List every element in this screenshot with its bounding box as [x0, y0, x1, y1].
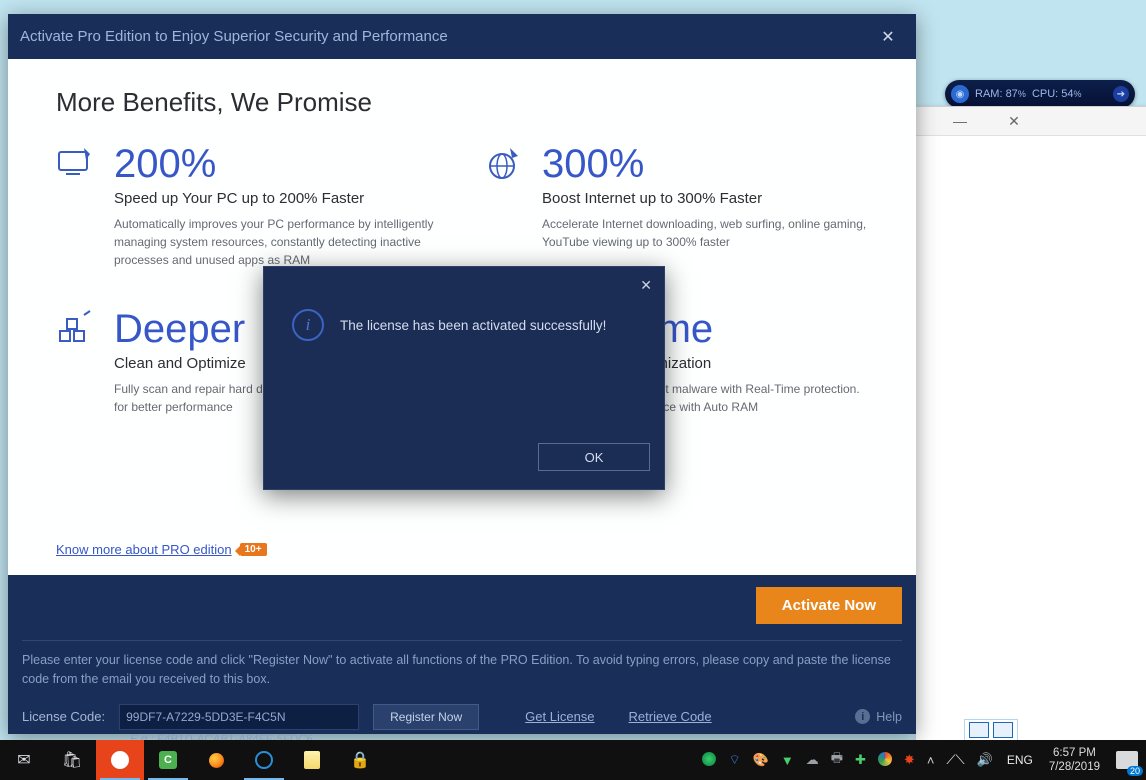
view-grid-icon[interactable] [993, 722, 1013, 738]
perf-gauge[interactable]: ◉ RAM: 87 % CPU: 54 % ➔ [945, 80, 1135, 108]
instructions-text: Please enter your license code and click… [22, 651, 902, 690]
tray-up-icon[interactable]: ˄ [927, 753, 935, 768]
success-modal: ✕ i The license has been activated succe… [263, 266, 665, 490]
monitor-rocket-icon [56, 144, 96, 184]
benefit-speedup: 200% Speed up Your PC up to 200% Faster … [56, 144, 440, 269]
gauge-expand-icon[interactable]: ➔ [1113, 86, 1129, 102]
ram-pct: % [1018, 89, 1026, 99]
tray-circle-icon[interactable] [878, 752, 892, 769]
benefit-sub: Boost Internet up to 300% Faster [542, 190, 868, 207]
license-code-input[interactable] [119, 704, 359, 730]
tray-printer-icon[interactable]: 🖶 [831, 749, 843, 771]
modal-close-icon[interactable]: ✕ [640, 277, 652, 294]
globe-rocket-icon [484, 144, 524, 184]
background-window: — ✕ [915, 106, 1146, 742]
taskbar-lock-icon[interactable]: 🔒 [336, 740, 384, 780]
bgwin-close-icon[interactable]: ✕ [994, 109, 1034, 133]
taskbar-time: 6:57 PM [1049, 746, 1100, 760]
footer-area: Activate Now Please enter your license c… [8, 575, 916, 734]
tray-wifi-icon[interactable]: ⟋⟍ [946, 752, 964, 768]
taskbar-camtasia-icon[interactable]: C [144, 740, 192, 780]
cpu-label: CPU: [1032, 88, 1058, 100]
activate-now-button[interactable]: Activate Now [756, 587, 902, 624]
taskbar-mail-icon[interactable]: ✉ [0, 740, 48, 780]
benefit-big: 200% [114, 144, 440, 184]
tray-bluetooth-icon[interactable]: ⌔ [728, 752, 740, 768]
benefit-internet: 300% Boost Internet up to 300% Faster Ac… [484, 144, 868, 269]
view-list-icon[interactable] [969, 722, 989, 738]
ram-value: 87 [1006, 88, 1018, 100]
register-now-button[interactable]: Register Now [373, 704, 479, 730]
cpu-value: 54 [1061, 88, 1073, 100]
notification-count: 20 [1127, 766, 1143, 776]
divider [22, 640, 902, 641]
get-license-link[interactable]: Get License [525, 709, 594, 724]
page-heading: More Benefits, We Promise [56, 87, 868, 118]
system-tray: ⌔ 🎨 ▼ ☁ 🖶 ✚ ✸ ˄ ⟋⟍ 🔊 [696, 749, 998, 771]
cpu-pct: % [1074, 89, 1082, 99]
info-circle-icon: i [292, 309, 324, 341]
retrieve-code-link[interactable]: Retrieve Code [629, 709, 712, 724]
gauge-icon: ◉ [951, 85, 969, 103]
modal-message: The license has been activated successfu… [340, 318, 606, 333]
benefit-desc: Accelerate Internet downloading, web sur… [542, 215, 868, 251]
tray-defender-icon[interactable]: ✚ [855, 752, 866, 768]
broom-icon [56, 309, 96, 349]
know-more-badge: 10+ [240, 543, 267, 556]
taskbar-firefox-icon[interactable] [192, 740, 240, 780]
window-title: Activate Pro Edition to Enjoy Superior S… [20, 28, 448, 45]
language-indicator[interactable]: ENG [999, 753, 1041, 767]
license-code-label: License Code: [22, 709, 105, 724]
help-link[interactable]: i Help [855, 709, 902, 724]
help-label: Help [876, 710, 902, 724]
taskbar-opera-icon[interactable] [96, 740, 144, 780]
bgwin-minimize-icon[interactable]: — [940, 109, 980, 133]
taskbar-date: 7/28/2019 [1049, 760, 1100, 774]
taskbar-clock[interactable]: 6:57 PM 7/28/2019 [1041, 746, 1108, 775]
benefit-big: 300% [542, 144, 868, 184]
ram-label: RAM: [975, 88, 1003, 100]
taskbar-asc-icon[interactable] [240, 740, 288, 780]
taskbar-store-icon[interactable]: 🛍 [48, 740, 96, 780]
tray-volume-icon[interactable]: 🔊 [977, 752, 993, 768]
action-center-icon[interactable]: 20 [1108, 740, 1146, 780]
close-icon[interactable]: ✕ [876, 27, 900, 47]
tray-net-icon[interactable]: ✸ [904, 752, 915, 768]
tray-palette-icon[interactable]: 🎨 [753, 752, 769, 768]
benefit-desc: Automatically improves your PC performan… [114, 215, 440, 269]
tray-icon-1[interactable] [702, 752, 716, 769]
tray-shield-icon[interactable]: ▼ [781, 753, 794, 768]
taskbar: ✉ 🛍 C 🔒 ⌔ 🎨 ▼ ☁ 🖶 ✚ ✸ ˄ ⟋⟍ 🔊 [0, 740, 1146, 780]
bgwin-view-toggle[interactable] [964, 719, 1018, 741]
know-more-link[interactable]: Know more about PRO edition [56, 542, 232, 557]
benefit-sub: Speed up Your PC up to 200% Faster [114, 190, 440, 207]
taskbar-notes-icon[interactable] [288, 740, 336, 780]
modal-ok-button[interactable]: OK [538, 443, 650, 471]
info-icon: i [855, 709, 870, 724]
titlebar: Activate Pro Edition to Enjoy Superior S… [8, 14, 916, 59]
tray-onedrive-icon[interactable]: ☁ [806, 752, 819, 768]
